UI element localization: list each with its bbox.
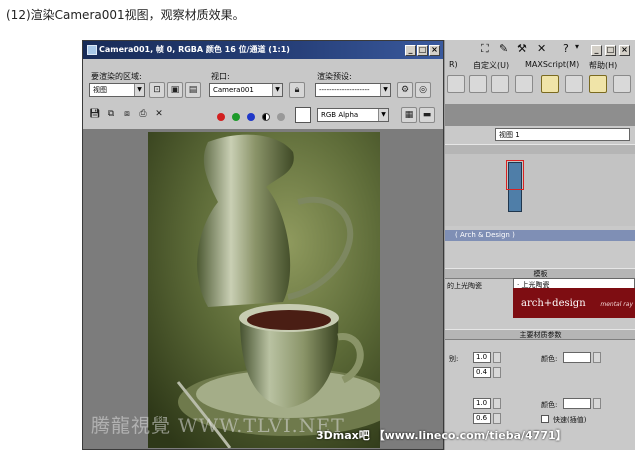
diffuse-level-spinner[interactable]: [493, 352, 501, 363]
main-params-rollout[interactable]: 主要材质参数: [445, 329, 635, 340]
reflectivity-input[interactable]: 1.0: [473, 398, 491, 409]
view-select[interactable]: 视图 1: [495, 128, 630, 141]
preset-select[interactable]: -------------------- ▼: [315, 83, 391, 97]
render-window-title: Camera001, 帧 0, RGBA 颜色 16 位/通道 (1:1): [99, 45, 290, 54]
render-close-button[interactable]: ×: [429, 45, 440, 56]
diffuse-level-input[interactable]: 1.0: [473, 352, 491, 363]
arch-design-rollout[interactable]: ( Arch & Design ): [445, 230, 635, 241]
green-channel-icon[interactable]: [232, 113, 240, 121]
rendered-frame-window: Camera001, 帧 0, RGBA 颜色 16 位/通道 (1:1) _ …: [82, 40, 444, 450]
max-command-panel: ⛶ ✎ ⚒ ✕ ? ▾ _ □ × R) 自定义(U) MAXScript(M)…: [444, 40, 635, 450]
render-setup-icon[interactable]: [565, 75, 583, 93]
fast-interp-checkbox[interactable]: [541, 415, 549, 423]
max-maximize-button[interactable]: □: [605, 45, 616, 56]
glossiness-input[interactable]: 0.6: [473, 413, 491, 424]
save-image-icon[interactable]: 💾︎: [87, 107, 103, 123]
toolbar-icon-4[interactable]: [515, 75, 533, 93]
roughness-input[interactable]: 0.4: [473, 367, 491, 378]
watermark-left: 腾龍視覺 WWW.TLVI.NET: [91, 415, 345, 437]
max-close-button[interactable]: ×: [619, 45, 630, 56]
watermark-right: 3Dmax吧 【www.lineco.com/tieba/4771】: [316, 429, 567, 442]
binoculars-icon[interactable]: ⛶: [481, 42, 489, 58]
menu-help[interactable]: 帮助(H): [589, 60, 617, 71]
render-window-titlebar[interactable]: Camera001, 帧 0, RGBA 颜色 16 位/通道 (1:1): [83, 41, 443, 59]
max-minimize-button[interactable]: _: [591, 45, 602, 56]
toolbar-icon-3[interactable]: [491, 75, 509, 93]
region-auto-icon[interactable]: ▣: [167, 82, 183, 98]
region-edit-icon[interactable]: ⊡: [149, 82, 165, 98]
jug-shape: [197, 134, 294, 307]
mono-channel-icon[interactable]: [277, 113, 285, 121]
menu-r-fragment[interactable]: R): [449, 60, 458, 69]
diffuse-map-button[interactable]: [593, 352, 601, 363]
diffuse-level-label: 别:: [449, 355, 459, 363]
screenshot-stage: ⛶ ✎ ⚒ ✕ ? ▾ _ □ × R) 自定义(U) MAXScript(M)…: [82, 40, 635, 450]
wrench-icon[interactable]: ✎: [499, 42, 508, 58]
arch-design-logo: arch+design mental ray: [513, 288, 635, 318]
reflect-color-swatch[interactable]: [563, 398, 591, 409]
clone-frame-icon[interactable]: ⧈: [119, 107, 135, 123]
red-channel-icon[interactable]: [217, 113, 225, 121]
clear-icon[interactable]: ✕: [151, 107, 167, 123]
page-caption: (12)渲染Camera001视图，观察材质效果。: [6, 8, 245, 22]
render-setup-button[interactable]: ⚙: [397, 82, 413, 98]
toolbar-icon-2[interactable]: [469, 75, 487, 93]
quick-render-icon[interactable]: [613, 75, 631, 93]
reflectivity-spinner[interactable]: [493, 398, 501, 409]
menu-maxscript[interactable]: MAXScript(M): [525, 60, 579, 69]
region-select[interactable]: 视图 ▼: [89, 83, 145, 97]
render-minimize-button[interactable]: _: [405, 45, 416, 56]
color-swatch[interactable]: [295, 107, 311, 123]
environment-button[interactable]: ◎: [415, 82, 431, 98]
help-icon[interactable]: ?: [563, 42, 569, 58]
diffuse-color-swatch[interactable]: [563, 352, 591, 363]
viewport-lock-icon[interactable]: 🔒︎: [289, 82, 305, 98]
blue-channel-icon[interactable]: [247, 113, 255, 121]
panel-dark-strip: [445, 104, 635, 126]
diffuse-color-label: 颜色:: [541, 355, 558, 363]
material-preview-area: [445, 154, 635, 226]
roughness-spinner[interactable]: [493, 367, 501, 378]
rendered-image: [148, 132, 380, 448]
toggle-overlay-icon[interactable]: ▦: [401, 107, 417, 123]
viewport-select[interactable]: Camera001 ▼: [209, 83, 283, 97]
coffee: [247, 310, 331, 330]
alpha-channel-icon[interactable]: [262, 113, 270, 121]
glossiness-spinner[interactable]: [493, 413, 501, 424]
channel-display-select[interactable]: RGB Alpha ▼: [317, 108, 389, 122]
template-desc: 的上光陶瓷: [447, 282, 482, 290]
fast-interp-label: 快速(插值): [553, 416, 587, 424]
close-tool-icon[interactable]: ✕: [537, 42, 546, 58]
toolbar-icon-1[interactable]: [447, 75, 465, 93]
material-editor-icon[interactable]: [541, 75, 559, 93]
render-frame-icon[interactable]: [589, 75, 607, 93]
render-maximize-button[interactable]: □: [417, 45, 428, 56]
region-lock-icon[interactable]: ▤: [185, 82, 201, 98]
preview-selection-box: [506, 160, 524, 190]
reflect-color-label: 颜色:: [541, 401, 558, 409]
menu-customize[interactable]: 自定义(U): [473, 60, 509, 71]
teapot-icon: [87, 45, 97, 55]
preset-label: 渲染预设:: [317, 72, 352, 81]
tool-icon[interactable]: ⚒: [517, 42, 527, 58]
print-icon[interactable]: ⎙: [135, 107, 151, 123]
display-mode-icon[interactable]: ▬: [419, 107, 435, 123]
reflect-map-button[interactable]: [593, 398, 601, 409]
viewport-label: 视口:: [211, 72, 230, 81]
copy-image-icon[interactable]: ⧉: [103, 107, 119, 123]
region-label: 要渲染的区域:: [91, 72, 142, 81]
help-dropdown-icon[interactable]: ▾: [575, 42, 579, 58]
